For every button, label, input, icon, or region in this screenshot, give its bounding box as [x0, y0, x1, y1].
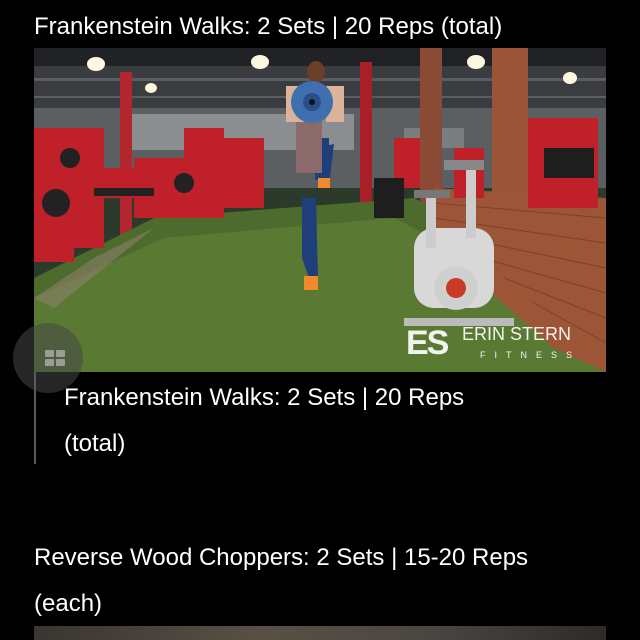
- caption-line: (total): [64, 430, 126, 457]
- svg-text:FITNESS: FITNESS: [480, 350, 581, 360]
- caption-line: Frankenstein Walks: 2 Sets | 20 Reps: [64, 384, 465, 411]
- exercise-video-reverse-wood-choppers[interactable]: [34, 626, 606, 640]
- erin-stern-fitness-logo: ES ERIN STERN FITNESS: [406, 324, 581, 362]
- exercise-title-reverse-wood-choppers: Reverse Wood Choppers: 2 Sets | 15-20 Re…: [34, 535, 624, 627]
- title-line: Reverse Wood Choppers: 2 Sets | 15-20 Re…: [34, 544, 529, 571]
- title-line: (each): [34, 590, 103, 617]
- exercise-title-frankenstein: Frankenstein Walks: 2 Sets | 20 Reps (to…: [34, 13, 503, 40]
- svg-text:ERIN STERN: ERIN STERN: [462, 324, 571, 344]
- gym-scene-image: ES ERIN STERN FITNESS: [34, 48, 606, 372]
- svg-text:ES: ES: [406, 324, 449, 362]
- exercise-caption-frankenstein: Frankenstein Walks: 2 Sets | 20 Reps (to…: [34, 372, 624, 464]
- exercise-video-frankenstein[interactable]: ES ERIN STERN FITNESS: [34, 48, 606, 372]
- grid-icon: [45, 350, 65, 366]
